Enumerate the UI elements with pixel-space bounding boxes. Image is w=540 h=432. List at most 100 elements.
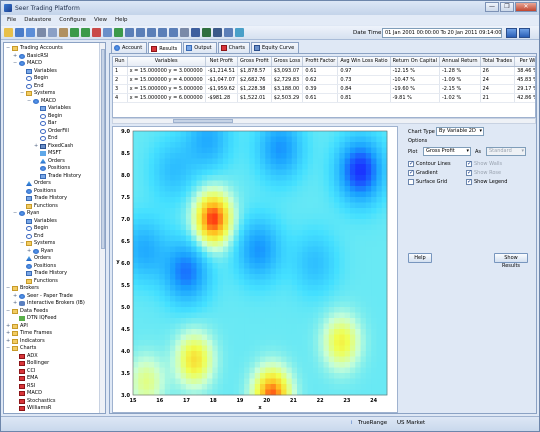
- results-scrollbar-thumb[interactable]: [173, 119, 233, 123]
- quotes-icon[interactable]: [213, 28, 222, 37]
- globe-tool-icon[interactable]: [235, 28, 244, 37]
- uncomment-icon[interactable]: [158, 28, 167, 37]
- tree-item[interactable]: + Ryan: [27, 248, 53, 255]
- column-header[interactable]: Profit Factor: [302, 57, 339, 67]
- table-row[interactable]: 2x = 15.000000 y = 4.000000 -$1,047.07 $2,…: [113, 75, 535, 85]
- expander-icon[interactable]: +: [6, 323, 11, 330]
- column-header[interactable]: Run: [113, 57, 128, 67]
- apply-date-button[interactable]: [506, 28, 517, 38]
- expander-icon[interactable]: +: [13, 53, 18, 60]
- menu-help[interactable]: Help: [115, 17, 128, 23]
- checkbox-surface-grid[interactable]: Surface Grid: [408, 179, 447, 185]
- layout-icon[interactable]: [224, 28, 233, 37]
- checkbox-box[interactable]: [466, 178, 472, 185]
- as-select[interactable]: Standard: [486, 147, 526, 156]
- tree-item[interactable]: + Seer - Paper Trade: [13, 293, 73, 300]
- optimize-dollar-icon[interactable]: [81, 28, 90, 37]
- find-icon[interactable]: [169, 28, 178, 37]
- tree-item[interactable]: Begin: [20, 75, 48, 82]
- expander-icon[interactable]: −: [6, 308, 11, 315]
- tree-item[interactable]: − Data Feeds: [6, 308, 48, 315]
- checkbox-box[interactable]: [408, 169, 414, 176]
- tree-item[interactable]: − MACD: [27, 98, 56, 105]
- tree-item[interactable]: Trade History: [20, 270, 67, 277]
- tree-item[interactable]: Positions: [34, 165, 70, 172]
- comment-icon[interactable]: [147, 28, 156, 37]
- expander-icon[interactable]: +: [27, 248, 32, 255]
- column-header[interactable]: Return On Capital: [390, 57, 440, 67]
- checkbox-gradient[interactable]: Gradient: [408, 169, 438, 176]
- tree-item[interactable]: Functions: [20, 203, 58, 210]
- column-header[interactable]: Avg Win Loss Ratio: [337, 57, 391, 67]
- column-header[interactable]: Total Trades: [480, 57, 516, 67]
- tree-item[interactable]: − Charts: [6, 345, 36, 352]
- expander-icon[interactable]: −: [6, 285, 11, 292]
- checkbox-box[interactable]: [466, 160, 472, 167]
- expander-icon[interactable]: −: [13, 60, 18, 67]
- help-button[interactable]: Help: [408, 253, 432, 263]
- tree-item[interactable]: Variables: [34, 105, 71, 112]
- menu-view[interactable]: View: [94, 17, 107, 23]
- tree-item[interactable]: + Interactive Brokers (IB): [13, 300, 85, 307]
- expander-icon[interactable]: +: [13, 293, 18, 300]
- expander-icon[interactable]: −: [20, 90, 25, 97]
- menu-datastore[interactable]: Datastore: [24, 17, 51, 23]
- tree-item[interactable]: − Systems: [20, 90, 55, 97]
- resume-icon[interactable]: [114, 28, 123, 37]
- save-icon[interactable]: [15, 28, 24, 37]
- save-all-icon[interactable]: [26, 28, 35, 37]
- tree-item[interactable]: MSFT: [34, 150, 61, 157]
- tree-item[interactable]: − MACD: [13, 60, 42, 67]
- tree-item[interactable]: ADX: [13, 353, 38, 360]
- tree-item[interactable]: MACD: [13, 390, 42, 397]
- column-header[interactable]: Per Winning: [514, 57, 535, 67]
- chart-window-icon[interactable]: [202, 28, 211, 37]
- menu-file[interactable]: File: [7, 17, 16, 23]
- expander-icon[interactable]: +: [34, 143, 39, 150]
- show-results-button[interactable]: Show Results: [494, 253, 528, 269]
- tree-item[interactable]: End: [20, 233, 44, 240]
- checkbox-show-legend[interactable]: Show Legend: [466, 178, 507, 185]
- outdent-icon[interactable]: [136, 28, 145, 37]
- checkbox-box[interactable]: [408, 179, 414, 185]
- tree-item[interactable]: Trade History: [34, 173, 81, 180]
- tree-item[interactable]: Orders: [20, 180, 51, 187]
- column-header[interactable]: Gross Loss: [271, 57, 304, 67]
- tree-item[interactable]: Positions: [20, 188, 56, 195]
- tree-item[interactable]: + BasicRSI: [13, 53, 48, 60]
- table-row[interactable]: 1x = 15.000000 y = 3.000000 -$1,214.51 $1,…: [113, 66, 535, 76]
- plot-select[interactable]: Gross Profit: [423, 147, 471, 156]
- open-folder-icon[interactable]: [4, 28, 13, 37]
- column-header[interactable]: Annual Return: [439, 57, 481, 67]
- expander-icon[interactable]: +: [6, 330, 11, 337]
- tab-account[interactable]: Account: [111, 42, 148, 53]
- tree-item[interactable]: End: [34, 135, 58, 142]
- tree-item[interactable]: WilliamsR: [13, 405, 51, 412]
- expander-icon[interactable]: −: [6, 45, 11, 52]
- tab-equity-curve[interactable]: Equity Curve: [251, 42, 300, 53]
- results-scrollbar[interactable]: [112, 118, 536, 124]
- tree-item[interactable]: + API: [6, 323, 28, 330]
- tree-item[interactable]: Functions: [20, 278, 58, 285]
- indent-icon[interactable]: [125, 28, 134, 37]
- chart-type-select[interactable]: By Variable 2D: [436, 127, 484, 136]
- tree-item[interactable]: DTN IQFeed: [13, 315, 57, 322]
- cut-icon[interactable]: [37, 28, 46, 37]
- checkbox-box[interactable]: [408, 160, 414, 167]
- checkbox-show-rose[interactable]: Show Rose: [466, 169, 501, 176]
- tree-item[interactable]: Variables: [20, 68, 57, 75]
- step-icon[interactable]: [103, 28, 112, 37]
- tree-item[interactable]: Orders: [34, 158, 65, 165]
- tree-item[interactable]: CCI: [13, 368, 35, 375]
- tree-item[interactable]: Bollinger: [13, 360, 49, 367]
- tree-item[interactable]: Stochastics: [13, 398, 55, 405]
- tree-item[interactable]: OrderFill: [34, 128, 69, 135]
- table-row[interactable]: 3x = 15.000000 y = 5.000000 -$1,959.62 $1,…: [113, 84, 535, 94]
- tree-item[interactable]: − Systems: [20, 240, 55, 247]
- expander-icon[interactable]: −: [6, 345, 11, 352]
- tree-scrollbar[interactable]: [99, 43, 105, 413]
- tree-scrollbar-thumb[interactable]: [101, 49, 105, 249]
- tab-output[interactable]: Output: [183, 42, 217, 53]
- maximize-button[interactable]: ❐: [500, 2, 514, 12]
- tree-item[interactable]: Positions: [20, 263, 56, 270]
